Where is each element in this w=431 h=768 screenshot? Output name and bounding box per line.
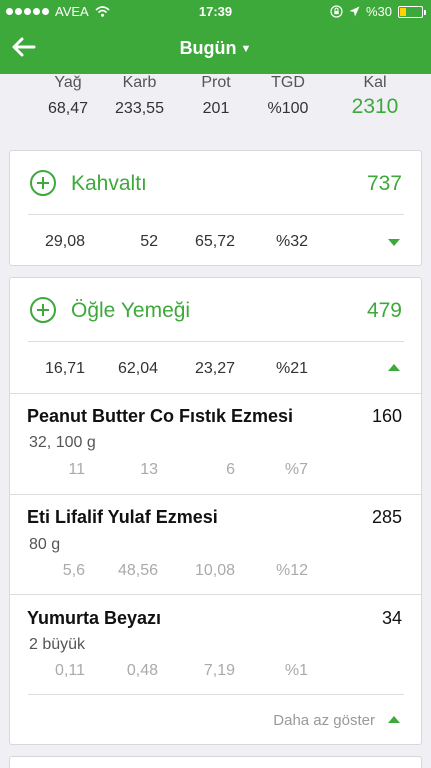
summary-fat: Yağ 68,47 (38, 74, 98, 118)
daily-summary: Yağ 68,47 Karb 233,55 Prot 201 TGD %100 … (0, 74, 431, 149)
meal-card-lunch: Öğle Yemeği 479 16,71 62,04 23,27 %21 Pe… (9, 277, 422, 745)
food-name: Peanut Butter Co Fıstık Ezmesi (27, 406, 294, 426)
show-less-link[interactable]: Daha az göster (273, 712, 375, 729)
expand-caret-icon[interactable] (388, 239, 400, 246)
food-name: Eti Lifalif Yulaf Ezmesi (27, 507, 218, 527)
summary-kal-label: Kal (363, 74, 387, 91)
summary-tgd: TGD %100 (258, 74, 318, 118)
summary-prot-label: Prot (201, 74, 231, 91)
collapse-caret-icon[interactable] (388, 716, 400, 723)
add-food-icon[interactable] (30, 297, 56, 323)
summary-carb-label: Karb (122, 74, 157, 91)
food-fat: 0,11 (55, 662, 85, 679)
summary-carb: Karb 233,55 (102, 74, 177, 118)
meal-header[interactable]: Öğle Yemeği 479 (10, 278, 421, 342)
meal-card-next (9, 756, 422, 768)
food-carb: 48,56 (117, 562, 158, 579)
food-pct: %7 (284, 461, 308, 478)
meal-prot: 65,72 (194, 233, 235, 250)
food-calories: 34 (381, 608, 402, 628)
meal-carb: 62,04 (117, 360, 158, 377)
meal-title: Kahvaltı (71, 172, 147, 195)
summary-carb-value: 233,55 (115, 100, 164, 117)
summary-tgd-value: %100 (267, 100, 309, 117)
divider (28, 214, 404, 215)
meal-calories: 479 (366, 299, 402, 322)
food-prot: 10,08 (194, 562, 235, 579)
nav-title-label: Bugün (179, 38, 237, 58)
food-serving: 80 g (29, 536, 61, 553)
food-calories: 160 (371, 406, 402, 426)
summary-prot-value: 201 (202, 100, 230, 117)
location-arrow-icon (349, 6, 360, 17)
divider (28, 341, 404, 342)
summary-tgd-label: TGD (271, 74, 305, 91)
food-pct: %1 (284, 662, 308, 679)
meal-pct: %32 (275, 233, 308, 250)
add-food-icon[interactable] (30, 170, 56, 196)
summary-prot: Prot 201 (186, 74, 246, 118)
top-bar: AVEA 17:39 %30 Bugün ▼ (0, 0, 431, 74)
rotation-lock-icon (330, 5, 343, 18)
divider (28, 694, 404, 695)
food-carb: 13 (140, 461, 158, 478)
divider (10, 494, 421, 495)
meal-prot: 23,27 (194, 360, 235, 377)
battery-icon (398, 5, 426, 18)
meal-fat: 16,71 (44, 360, 85, 377)
food-fat: 11 (68, 461, 85, 478)
food-prot: 6 (226, 461, 235, 478)
food-pct: %12 (275, 562, 308, 579)
food-serving: 2 büyük (29, 636, 86, 653)
collapse-caret-icon[interactable] (388, 364, 400, 371)
nav-bar: Bugün ▼ (0, 24, 431, 74)
meal-card-breakfast: Kahvaltı 737 29,08 52 65,72 %32 (9, 150, 422, 266)
food-prot: 7,19 (203, 662, 235, 679)
food-serving: 32, 100 g (29, 434, 96, 451)
food-fat: 5,6 (62, 562, 85, 579)
meal-carb: 52 (140, 233, 158, 250)
food-carb: 0,48 (126, 662, 158, 679)
meal-pct: %21 (275, 360, 308, 377)
meal-fat: 29,08 (44, 233, 85, 250)
meal-title: Öğle Yemeği (71, 299, 191, 322)
date-selector[interactable]: Bugün ▼ (0, 38, 431, 59)
chevron-down-icon: ▼ (240, 43, 252, 55)
food-name: Yumurta Beyazı (27, 608, 162, 628)
battery-percent: %30 (365, 4, 392, 19)
meal-header[interactable]: Kahvaltı 737 (10, 151, 421, 215)
meal-calories: 737 (366, 172, 402, 195)
summary-fat-value: 68,47 (47, 100, 89, 117)
divider (10, 594, 421, 595)
status-bar: AVEA 17:39 %30 (0, 0, 431, 24)
summary-kal-value: 2310 (351, 95, 399, 118)
summary-fat-label: Yağ (54, 74, 82, 91)
food-calories: 285 (371, 507, 402, 527)
divider (10, 393, 421, 394)
summary-kal: Kal 2310 (344, 74, 406, 119)
